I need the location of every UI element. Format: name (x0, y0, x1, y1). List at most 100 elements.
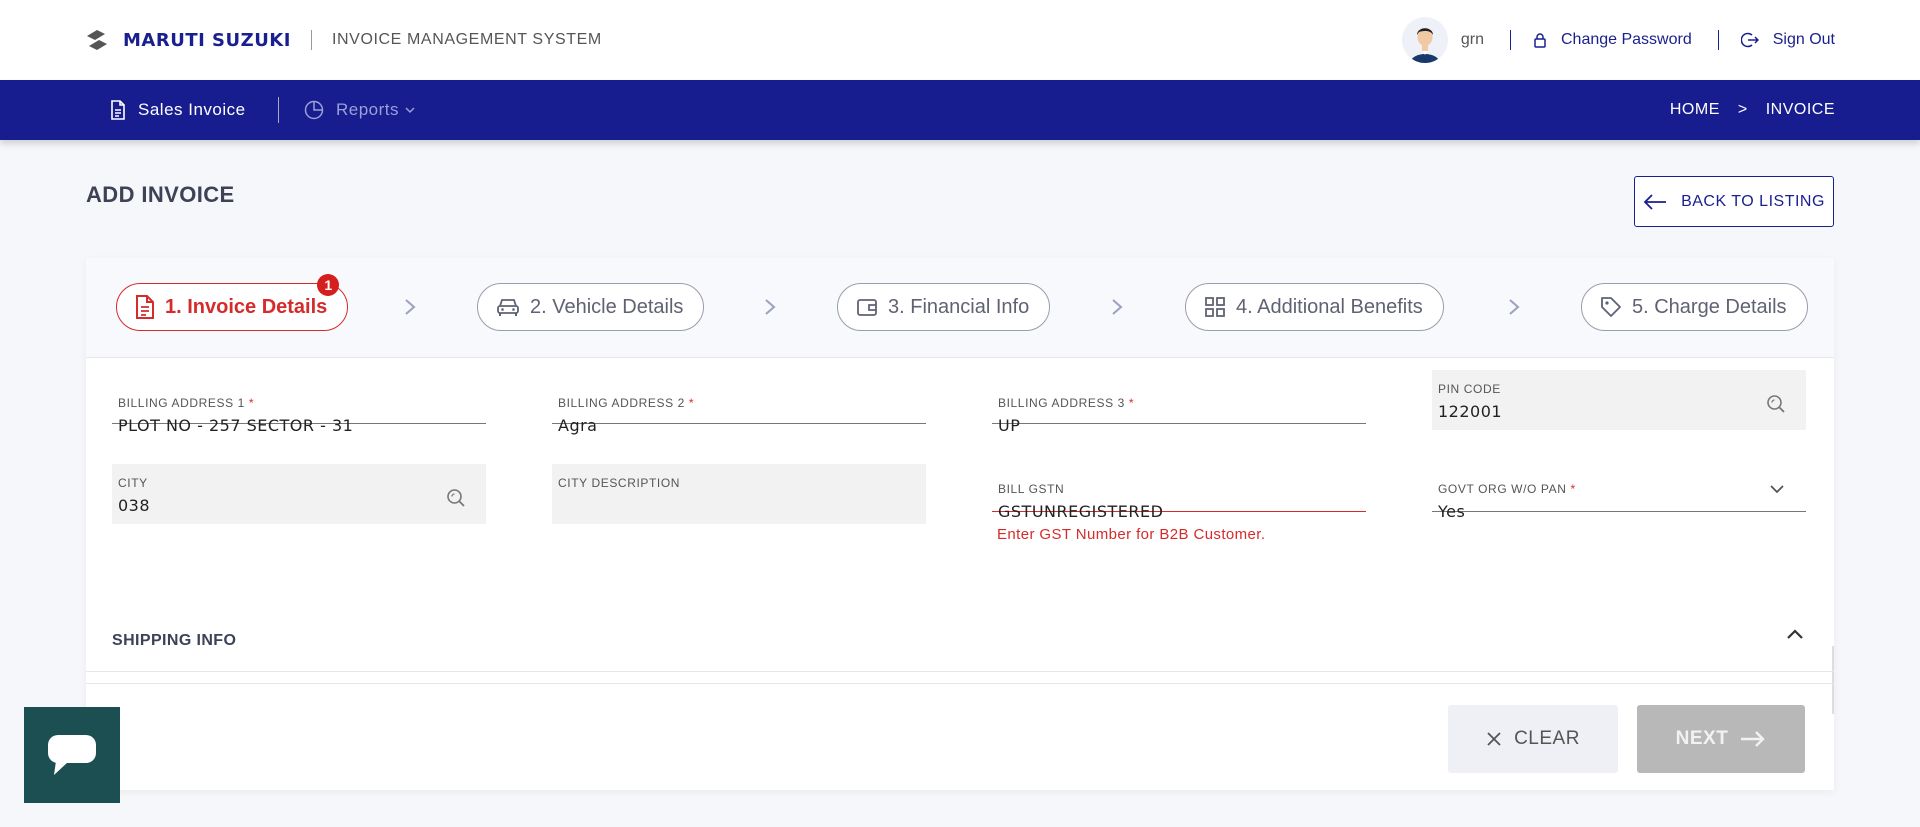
billing-address-1-label: BILLING ADDRESS 1 * (118, 396, 480, 410)
billing-address-3-label: BILLING ADDRESS 3 * (998, 396, 1360, 410)
pie-chart-icon (304, 100, 324, 120)
arrow-left-icon (1643, 193, 1667, 210)
logo-divider (310, 30, 312, 50)
breadcrumb-separator: > (1737, 101, 1748, 118)
document-icon (136, 295, 154, 319)
nav-sales-invoice-label: Sales Invoice (138, 100, 246, 119)
brand-logo[interactable]: MARUTI SUZUKI INVOICE MANAGEMENT SYSTEM (85, 28, 602, 52)
sign-out-icon (1740, 32, 1759, 48)
govt-org-label-text: GOVT ORG W/O PAN (1438, 482, 1567, 496)
bill-gstn-input[interactable]: GSTUNREGISTERED (998, 502, 1360, 521)
step-vehicle-details[interactable]: 2. Vehicle Details (477, 283, 705, 331)
stepper: 1. Invoice Details 1 2. Vehicle Details … (86, 258, 1834, 358)
city-input[interactable]: 038 (118, 496, 480, 515)
city-description-label: CITY DESCRIPTION (558, 476, 681, 490)
user-name[interactable]: grn (1461, 31, 1484, 49)
section-divider (86, 671, 1834, 672)
invoice-card: 1. Invoice Details 1 2. Vehicle Details … (86, 258, 1834, 790)
next-button[interactable]: NEXT (1637, 705, 1805, 773)
govt-org-label: GOVT ORG W/O PAN * (1438, 482, 1800, 496)
pin-code-input[interactable]: 122001 (1438, 402, 1800, 421)
grid-icon (1205, 297, 1225, 317)
tag-icon (1601, 297, 1621, 317)
step-additional-benefits[interactable]: 4. Additional Benefits (1185, 283, 1444, 331)
required-marker: * (688, 396, 695, 410)
nav-divider (278, 97, 279, 123)
change-password-label: Change Password (1560, 31, 1692, 48)
search-icon[interactable] (1766, 394, 1786, 414)
breadcrumb: HOME > INVOICE (1670, 80, 1835, 140)
step-financial-info[interactable]: 3. Financial Info (837, 283, 1051, 331)
required-marker: * (1128, 396, 1135, 410)
govt-org-value: Yes (1438, 502, 1466, 521)
change-password-link[interactable]: Change Password (1533, 31, 1692, 49)
billing-address-2-input[interactable]: Agra (558, 416, 920, 435)
next-label: NEXT (1675, 728, 1729, 749)
step-additional-benefits-label: 4. Additional Benefits (1236, 295, 1423, 318)
chevron-down-icon (405, 107, 415, 114)
arrow-right-icon (1741, 731, 1766, 747)
govt-org-select[interactable]: GOVT ORG W/O PAN * Yes (1432, 454, 1806, 521)
billing-address-2-field[interactable]: BILLING ADDRESS 2 * Agra (552, 368, 926, 435)
document-icon (111, 100, 125, 120)
chevron-right-icon (1112, 299, 1123, 315)
breadcrumb-current: INVOICE (1765, 101, 1835, 118)
pin-code-field[interactable]: PIN CODE 122001 (1432, 370, 1806, 430)
chevron-down-icon (1770, 485, 1784, 494)
nav-reports[interactable]: Reports (304, 80, 415, 140)
bill-gstn-field[interactable]: BILL GSTN GSTUNREGISTERED (992, 454, 1366, 521)
avatar-icon (1401, 17, 1448, 63)
billing-address-3-field[interactable]: BILLING ADDRESS 3 * UP (992, 368, 1366, 435)
step-invoice-details-label: 1. Invoice Details (165, 295, 328, 318)
required-marker: * (1570, 482, 1576, 496)
search-icon[interactable] (446, 488, 466, 508)
main-nav: Sales Invoice Reports HOME > INVOICE (0, 80, 1920, 140)
app-title: INVOICE MANAGEMENT SYSTEM (331, 31, 602, 48)
billing-address-3-label-text: BILLING ADDRESS 3 (998, 396, 1125, 410)
chevron-up-icon[interactable] (1786, 628, 1804, 640)
page-title: ADD INVOICE (86, 182, 235, 207)
chat-widget-button[interactable] (24, 707, 120, 803)
back-to-listing-label: BACK TO LISTING (1681, 192, 1825, 210)
step-invoice-details[interactable]: 1. Invoice Details 1 (116, 274, 349, 331)
back-to-listing-button[interactable]: BACK TO LISTING (1634, 176, 1834, 227)
scrollbar[interactable] (1832, 646, 1834, 714)
suzuki-logo-icon (87, 30, 107, 50)
billing-address-1-input[interactable]: PLOT NO - 257 SECTOR - 31 (118, 416, 480, 435)
user-divider (1509, 30, 1511, 50)
wallet-icon (857, 299, 877, 316)
breadcrumb-home[interactable]: HOME (1670, 101, 1720, 119)
billing-address-1-field[interactable]: BILLING ADDRESS 1 * PLOT NO - 257 SECTOR… (112, 368, 486, 435)
nav-sales-invoice[interactable]: Sales Invoice (110, 80, 246, 140)
pin-code-label: PIN CODE (1438, 382, 1501, 396)
billing-address-3-input[interactable]: UP (998, 416, 1360, 435)
shipping-info-heading: SHIPPING INFO (112, 632, 237, 649)
sign-out-label: Sign Out (1772, 31, 1835, 48)
user-bar: grn Change Password Sign Out (1401, 16, 1835, 64)
bill-gstn-error: Enter GST Number for B2B Customer. (997, 526, 1266, 543)
step-charge-details[interactable]: 5. Charge Details (1581, 283, 1808, 331)
billing-form: BILLING ADDRESS 1 * PLOT NO - 257 SECTOR… (86, 368, 1834, 714)
footer-divider (86, 683, 1834, 684)
top-header: MARUTI SUZUKI INVOICE MANAGEMENT SYSTEM … (0, 0, 1920, 80)
close-icon (1487, 732, 1501, 746)
city-field[interactable]: CITY 038 (112, 464, 486, 524)
bill-gstn-label: BILL GSTN (998, 482, 1065, 496)
billing-address-1-label-text: BILLING ADDRESS 1 (118, 396, 245, 410)
car-icon (497, 299, 519, 316)
brand-name: MARUTI SUZUKI (123, 29, 291, 51)
clear-label: CLEAR (1514, 728, 1580, 749)
user-divider-2 (1717, 30, 1719, 50)
city-description-field: CITY DESCRIPTION (552, 464, 926, 524)
required-marker: * (248, 396, 255, 410)
clear-button[interactable]: CLEAR (1448, 705, 1618, 773)
avatar[interactable] (1401, 17, 1448, 63)
sign-out-link[interactable]: Sign Out (1740, 31, 1835, 49)
step-vehicle-details-label: 2. Vehicle Details (530, 295, 684, 318)
billing-address-2-label: BILLING ADDRESS 2 * (558, 396, 920, 410)
lock-icon (1534, 33, 1546, 48)
chevron-right-icon (405, 299, 416, 315)
city-label: CITY (118, 476, 148, 490)
step-financial-info-label: 3. Financial Info (888, 295, 1030, 318)
chat-bubble-icon (48, 735, 96, 775)
